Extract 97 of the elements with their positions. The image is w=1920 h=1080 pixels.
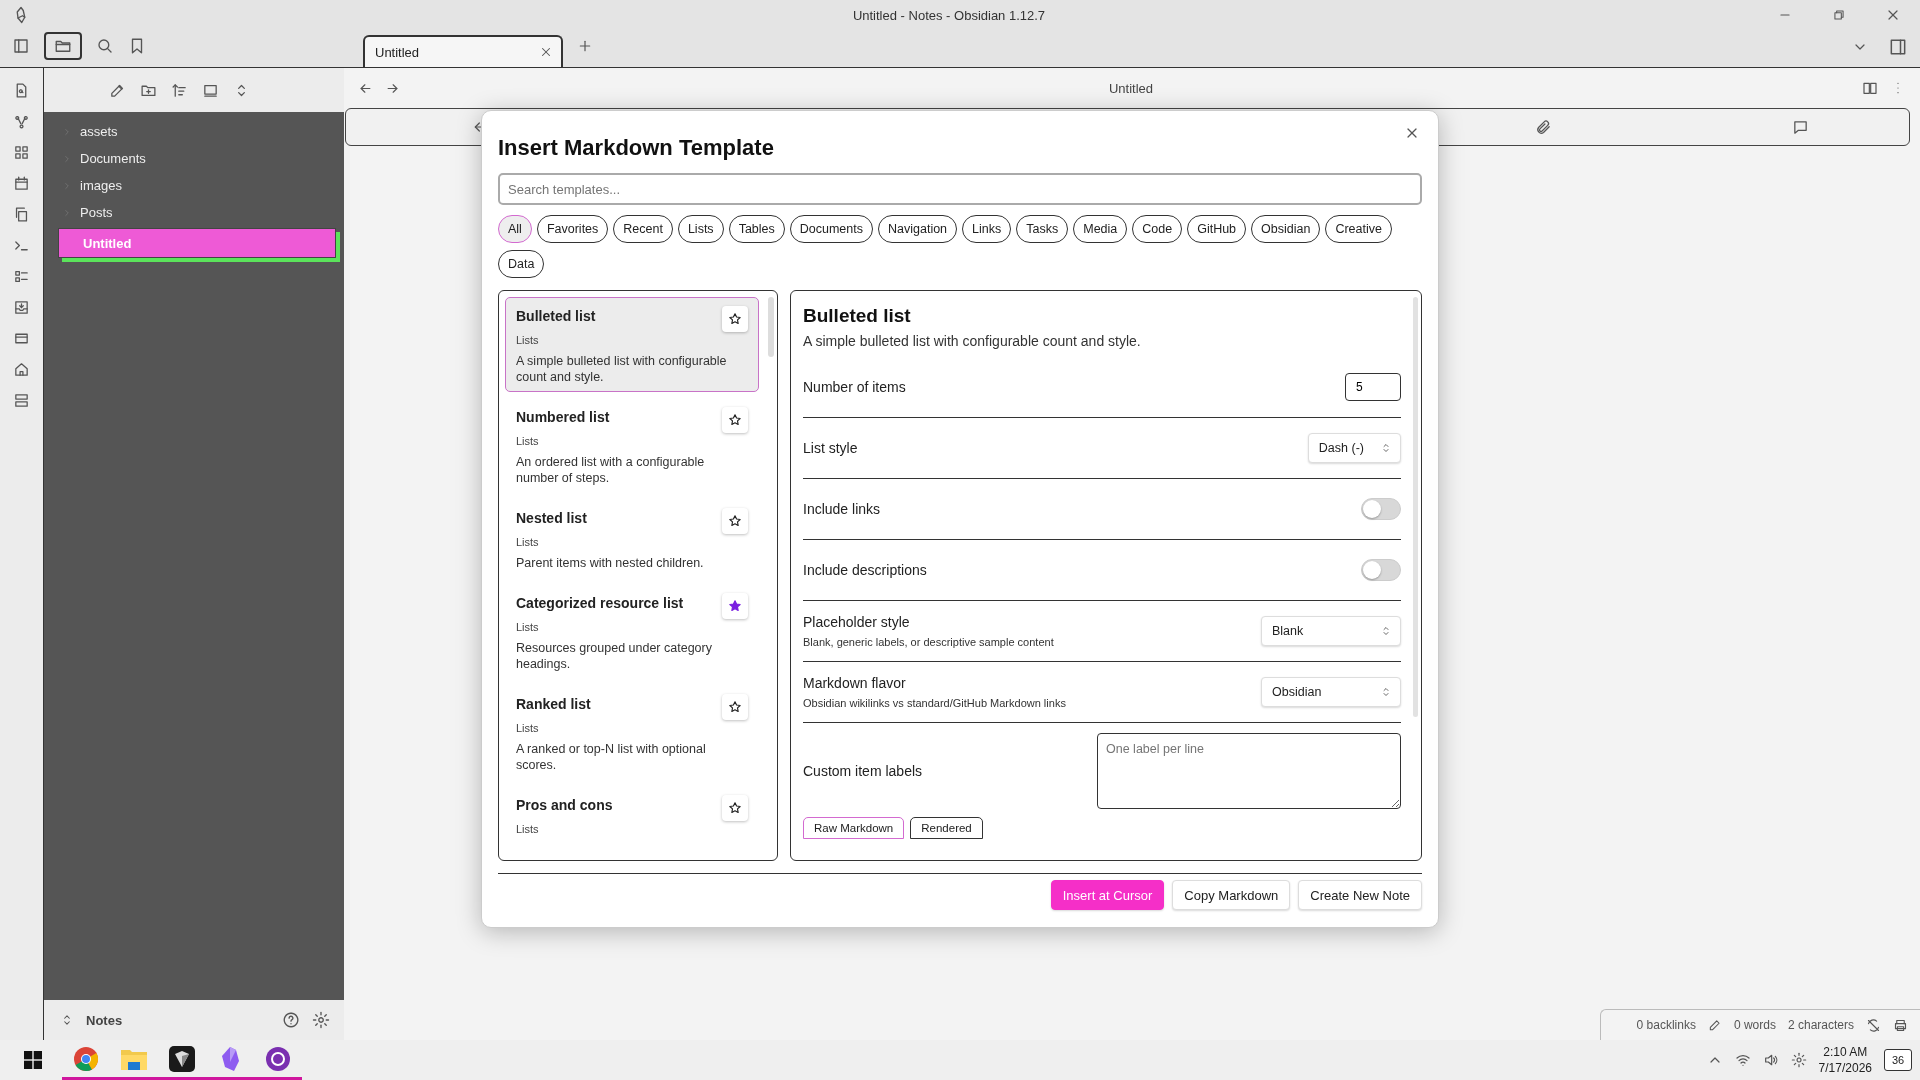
document-tab[interactable]: Untitled	[363, 35, 563, 67]
notification-count[interactable]: 36	[1884, 1049, 1912, 1071]
filter-chip[interactable]: Code	[1132, 215, 1183, 243]
template-item[interactable]: Bulleted list Lists A simple bulleted list with configurable count and style.	[505, 297, 759, 392]
template-title: Bulleted list	[803, 305, 912, 327]
settings-icon[interactable]	[1790, 1052, 1807, 1068]
view-tab[interactable]: Raw Markdown	[803, 817, 905, 839]
search-icon[interactable]	[96, 36, 114, 55]
window-title: Untitled - Notes - Obsidian 1.12.7	[851, 7, 1047, 23]
favorite-button[interactable]	[722, 306, 748, 332]
favorite-button[interactable]	[722, 508, 748, 534]
updown-icon	[1380, 442, 1392, 454]
inbox-icon[interactable]	[13, 299, 30, 316]
calendar-icon[interactable]	[13, 175, 30, 192]
filter-chip[interactable]: Recent	[613, 215, 673, 243]
help-icon[interactable]	[282, 1011, 300, 1029]
template-item[interactable]: Categorized resource list Lists Resources grouped under category headings.	[505, 584, 759, 679]
option-hint: Obsidian wikilinks vs standard/GitHub Markdown links	[803, 697, 1067, 709]
filter-chip[interactable]: All	[498, 215, 532, 243]
right-sidebar-icon[interactable]	[1888, 37, 1908, 57]
option-label: Include descriptions	[803, 562, 928, 578]
dropdown[interactable]: Obsidian	[1261, 677, 1401, 707]
option-label: Include links	[803, 501, 882, 517]
action-button[interactable]: Copy Markdown	[1172, 880, 1291, 910]
clock[interactable]: 2:10 AM 7/17/2026	[1818, 1044, 1872, 1076]
reading-view-icon[interactable]	[1862, 80, 1878, 96]
dropdown[interactable]: Blank	[1261, 616, 1401, 646]
filter-chip[interactable]: Data	[498, 250, 545, 278]
close-icon[interactable]	[539, 45, 553, 59]
cube-app-icon[interactable]	[169, 1045, 195, 1072]
option-label: Placeholder style	[803, 614, 911, 630]
browser-icon[interactable]	[73, 1045, 99, 1072]
search-field[interactable]: Search templates...	[498, 173, 1422, 205]
grid-icon[interactable]	[13, 144, 30, 161]
filter-chip[interactable]: Favorites	[536, 215, 609, 243]
files-tab-button[interactable]	[44, 31, 82, 60]
pencil-icon[interactable]	[1707, 1018, 1722, 1032]
option-label: Number of items	[803, 379, 907, 395]
filter-chip[interactable]: Links	[962, 215, 1012, 243]
paperclip-icon[interactable]	[1535, 118, 1552, 136]
view-tab[interactable]: Rendered	[910, 817, 983, 839]
restore-icon[interactable]	[1832, 8, 1846, 22]
template-item[interactable]: Numbered list Lists An ordered list with a configurable number of steps.	[505, 398, 759, 493]
filter-chip[interactable]: Lists	[677, 215, 724, 243]
favorite-button[interactable]	[722, 407, 748, 433]
printer-icon[interactable]	[1893, 1017, 1908, 1033]
sidebar-toggle-icon[interactable]	[12, 36, 30, 55]
toggle-switch[interactable]	[1361, 559, 1401, 581]
labels-field[interactable]: One label per line	[1097, 733, 1401, 809]
action-button[interactable]: Create New Note	[1298, 880, 1422, 910]
backlinks-count[interactable]: 0 backlinks	[1636, 1018, 1696, 1032]
folder-item[interactable]: Posts	[52, 199, 336, 226]
comment-icon[interactable]	[1792, 118, 1809, 136]
crystal-icon[interactable]	[219, 1045, 241, 1072]
updown-icon	[1380, 625, 1392, 637]
template-description: A simple bulleted list with configurable count and style.	[803, 333, 1142, 349]
number-field[interactable]: 5	[1345, 373, 1401, 401]
sync-off-icon[interactable]	[1866, 1017, 1881, 1033]
checklist-icon[interactable]	[13, 268, 30, 285]
folder-icon[interactable]	[121, 1047, 147, 1070]
favorite-button[interactable]	[722, 795, 748, 821]
graph-icon[interactable]	[13, 113, 30, 130]
rows-icon[interactable]	[13, 392, 30, 409]
folder-item[interactable]: assets	[52, 118, 336, 145]
filter-chip[interactable]: Documents	[789, 215, 873, 243]
dialog-title: Insert Markdown Template	[498, 135, 775, 161]
template-item[interactable]: Pros and cons Lists	[505, 786, 759, 849]
volume-icon[interactable]	[1762, 1052, 1779, 1068]
character-count: 2 characters	[1787, 1018, 1854, 1032]
wifi-icon[interactable]	[1734, 1052, 1751, 1068]
filter-chip[interactable]: Media	[1073, 215, 1128, 243]
filter-chip[interactable]: Navigation	[878, 215, 958, 243]
option-label: List style	[803, 440, 859, 456]
filter-chip[interactable]: GitHub	[1187, 215, 1247, 243]
sort-icon[interactable]	[170, 81, 188, 99]
folder-item[interactable]: images	[52, 172, 336, 199]
option-label: Markdown flavor	[803, 675, 907, 691]
word-count: 0 words	[1733, 1018, 1776, 1032]
updown-icon	[1380, 686, 1392, 698]
filter-chip[interactable]: Creative	[1325, 215, 1392, 243]
filter-chip[interactable]: Obsidian	[1251, 215, 1321, 243]
dropdown[interactable]: Dash (-)	[1307, 433, 1401, 463]
favorite-button[interactable]	[722, 593, 748, 619]
note-title: Untitled	[1107, 80, 1155, 96]
option-hint: Blank, generic labels, or descriptive sample content	[803, 636, 1055, 648]
toggle-switch[interactable]	[1361, 498, 1401, 520]
template-item[interactable]: Nested list Lists Parent items with nested children.	[505, 499, 759, 578]
home-icon[interactable]	[13, 361, 30, 378]
template-item[interactable]: Ranked list Lists A ranked or top-N list with optional scores.	[505, 685, 759, 780]
folder-item[interactable]: Documents	[52, 145, 336, 172]
vault-name[interactable]: Notes	[86, 1012, 123, 1028]
favorite-button[interactable]	[722, 694, 748, 720]
settings-icon[interactable]	[312, 1011, 330, 1029]
copy-icon[interactable]	[13, 206, 30, 223]
option-label: Custom item labels	[803, 763, 924, 779]
filter-chip[interactable]: Tables	[728, 215, 785, 243]
filter-chip[interactable]: Tasks	[1016, 215, 1069, 243]
